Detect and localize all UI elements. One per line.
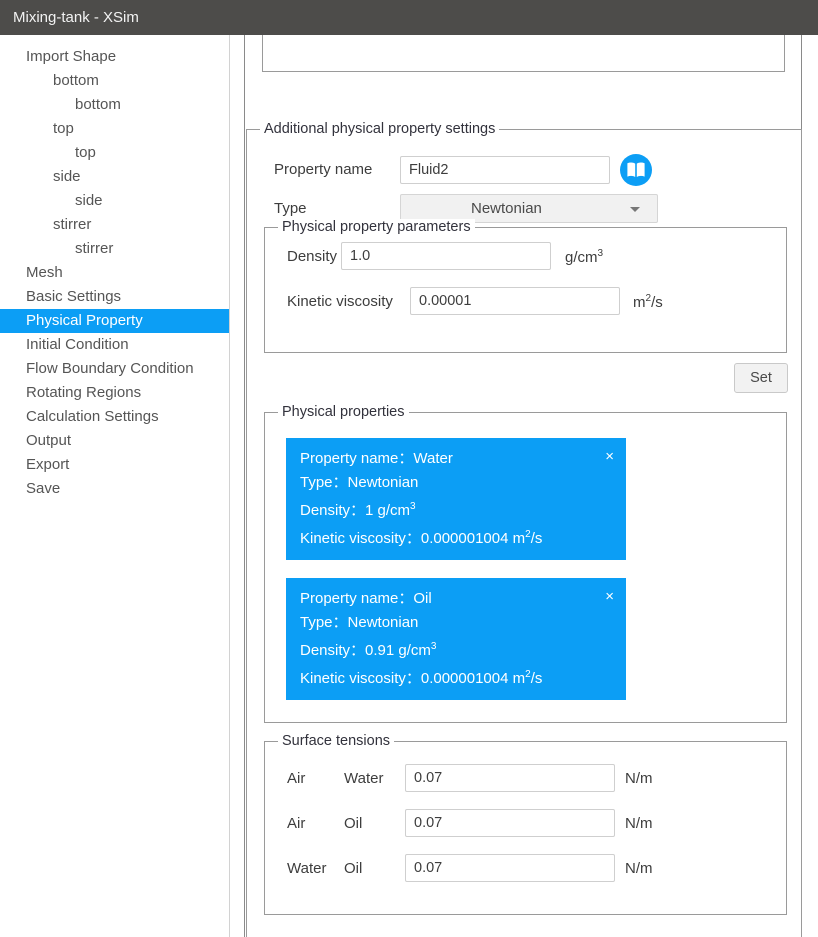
card-property-name-text: Property name：Oil bbox=[300, 590, 432, 607]
window-title: Mixing-tank - XSim bbox=[13, 9, 139, 26]
sidebar-item-save[interactable]: Save bbox=[0, 477, 229, 501]
surface-tension-value-input[interactable]: 0.07 bbox=[405, 854, 615, 882]
sidebar-item-flow-boundary-condition[interactable]: Flow Boundary Condition bbox=[0, 357, 229, 381]
type-select-value: Newtonian bbox=[471, 200, 542, 217]
sidebar-item-side[interactable]: side bbox=[0, 189, 229, 213]
previous-group-cutoff bbox=[262, 35, 785, 72]
card-type: Type：Newtonian bbox=[300, 471, 612, 495]
close-icon[interactable]: × bbox=[605, 448, 614, 466]
card-property-name: Property name：Water bbox=[300, 447, 612, 471]
surface-tension-unit: N/m bbox=[625, 815, 653, 832]
sidebar-item-initial-condition[interactable]: Initial Condition bbox=[0, 333, 229, 357]
card-density-text: Density：1 g/cm bbox=[300, 502, 411, 519]
card-density: Density：0.91 g/cm3 bbox=[300, 635, 612, 663]
card-density-text: Density：0.91 g/cm bbox=[300, 642, 431, 659]
set-button[interactable]: Set bbox=[734, 363, 788, 393]
card-property-name: Property name：Oil bbox=[300, 587, 612, 611]
surface-tension-value-input[interactable]: 0.07 bbox=[405, 809, 615, 837]
sidebar-item-rotating-regions[interactable]: Rotating Regions bbox=[0, 381, 229, 405]
card-density: Density：1 g/cm3 bbox=[300, 495, 612, 523]
surface-tension-unit: N/m bbox=[625, 860, 653, 877]
sidebar-item-bottom[interactable]: bottom bbox=[0, 69, 229, 93]
card-type-text: Type：Newtonian bbox=[300, 614, 419, 631]
application-window: Mixing-tank - XSim Import Shape bottom bot… bbox=[0, 0, 818, 937]
density-unit-exponent: 3 bbox=[597, 248, 604, 259]
card-property-name-text: Property name：Water bbox=[300, 450, 453, 467]
sidebar-item-basic-settings[interactable]: Basic Settings bbox=[0, 285, 229, 309]
sidebar-item-mesh[interactable]: Mesh bbox=[0, 261, 229, 285]
card-type-text: Type：Newtonian bbox=[300, 474, 419, 491]
surface-tension-first-phase: Air bbox=[287, 815, 306, 832]
sidebar-item-stirrer[interactable]: stirrer bbox=[0, 237, 229, 261]
sidebar-navigation-tree[interactable]: Import Shape bottom bottom top top side side st… bbox=[0, 35, 230, 937]
surface-tensions-group: Surface tensions Air Water 0.07 N/m Air Oil 0.… bbox=[264, 733, 787, 915]
tree-root: Import Shape bottom bottom top top side side st… bbox=[0, 45, 229, 501]
property-name-input[interactable]: Fluid2 bbox=[400, 156, 610, 184]
surface-tension-unit: N/m bbox=[625, 770, 653, 787]
card-kinetic-viscosity-text: Kinetic viscosity：0.000001004 m bbox=[300, 670, 526, 687]
property-name-label: Property name bbox=[274, 161, 373, 178]
surface-tension-second-phase: Water bbox=[344, 770, 384, 787]
main-content-area: Additional physical property settings Pr… bbox=[230, 35, 818, 937]
card-density-exponent: 3 bbox=[410, 501, 416, 512]
additional-settings-legend: Additional physical property settings bbox=[260, 121, 500, 137]
parameters-legend: Physical property parameters bbox=[278, 219, 475, 235]
density-input[interactable]: 1.0 bbox=[341, 242, 551, 270]
sidebar-item-physical-property[interactable]: Physical Property bbox=[0, 309, 229, 333]
surface-tensions-legend: Surface tensions bbox=[278, 733, 395, 749]
settings-outer-panel: Additional physical property settings Pr… bbox=[244, 35, 802, 937]
density-unit-base: g/cm bbox=[565, 249, 598, 266]
sidebar-item-output[interactable]: Output bbox=[0, 429, 229, 453]
kinetic-viscosity-input[interactable]: 0.00001 bbox=[410, 287, 620, 315]
surface-tension-second-phase: Oil bbox=[344, 815, 363, 832]
viscosity-unit-base: m bbox=[633, 294, 646, 311]
physical-property-parameters-group: Physical property parameters Density 1.0… bbox=[264, 219, 787, 353]
title-bar: Mixing-tank - XSim bbox=[0, 0, 818, 35]
sidebar-item-import-shape[interactable]: Import Shape bbox=[0, 45, 229, 69]
density-unit: g/cm3 bbox=[565, 248, 603, 266]
density-label: Density bbox=[287, 248, 338, 265]
sidebar-item-calculation-settings[interactable]: Calculation Settings bbox=[0, 405, 229, 429]
additional-physical-property-settings-group: Additional physical property settings Pr… bbox=[246, 121, 802, 937]
card-density-exponent: 3 bbox=[430, 641, 437, 652]
card-type: Type：Newtonian bbox=[300, 611, 612, 635]
open-book-icon[interactable] bbox=[620, 154, 652, 186]
type-label: Type bbox=[274, 200, 307, 217]
sidebar-item-side[interactable]: side bbox=[0, 165, 229, 189]
kinetic-viscosity-label: Kinetic viscosity bbox=[287, 293, 393, 310]
physical-property-card[interactable]: Property name：Oil Type：Newtonian Density：0… bbox=[286, 578, 626, 700]
physical-properties-group: Physical properties Property name：Water T… bbox=[264, 404, 787, 723]
sidebar-item-bottom[interactable]: bottom bbox=[0, 93, 229, 117]
surface-tension-second-phase: Oil bbox=[344, 860, 363, 877]
card-kinetic-viscosity-tail: /s bbox=[530, 530, 543, 547]
surface-tension-first-phase: Air bbox=[287, 770, 306, 787]
card-kinetic-viscosity: Kinetic viscosity：0.000001004 m2/s bbox=[300, 663, 612, 691]
card-kinetic-viscosity-tail: /s bbox=[530, 670, 543, 687]
card-kinetic-viscosity-text: Kinetic viscosity：0.000001004 m bbox=[300, 530, 526, 547]
surface-tension-value-input[interactable]: 0.07 bbox=[405, 764, 615, 792]
physical-properties-legend: Physical properties bbox=[278, 404, 409, 420]
close-icon[interactable]: × bbox=[605, 588, 614, 606]
sidebar-item-export[interactable]: Export bbox=[0, 453, 229, 477]
chevron-down-icon bbox=[630, 207, 640, 212]
viscosity-unit-tail: /s bbox=[651, 294, 663, 311]
card-kinetic-viscosity: Kinetic viscosity：0.000001004 m2/s bbox=[300, 523, 612, 551]
sidebar-item-top[interactable]: top bbox=[0, 141, 229, 165]
sidebar-item-stirrer[interactable]: stirrer bbox=[0, 213, 229, 237]
surface-tension-first-phase: Water bbox=[287, 860, 327, 877]
physical-property-card[interactable]: Property name：Water Type：Newtonian Density… bbox=[286, 438, 626, 560]
sidebar-item-top[interactable]: top bbox=[0, 117, 229, 141]
kinetic-viscosity-unit: m2/s bbox=[633, 293, 663, 311]
